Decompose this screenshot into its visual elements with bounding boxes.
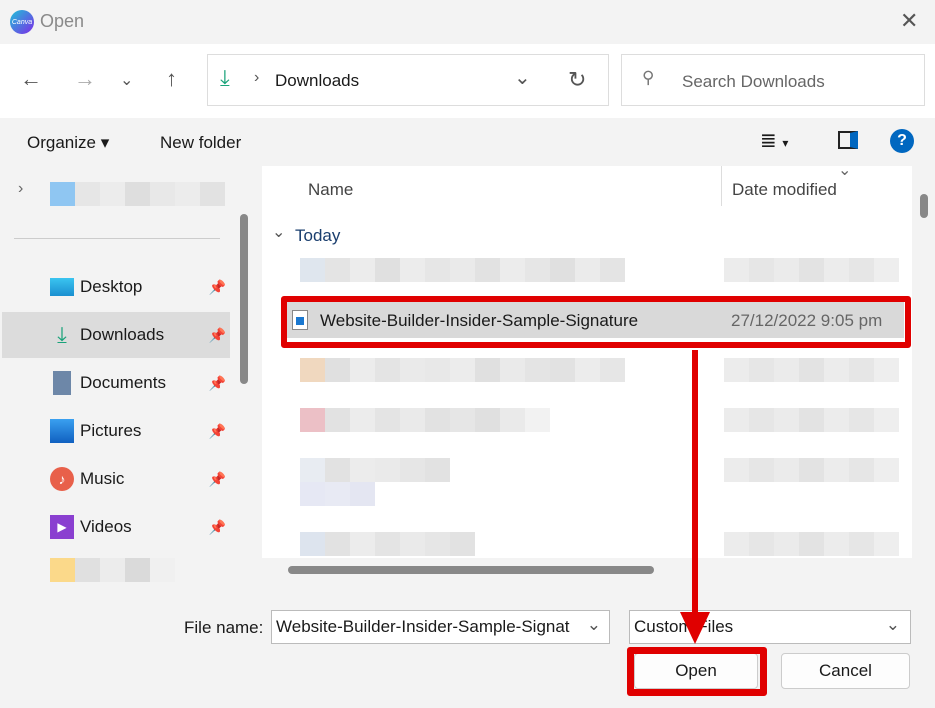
sidebar-item-label: Pictures <box>80 421 142 440</box>
horizontal-scrollbar[interactable] <box>288 566 654 574</box>
divider <box>14 238 220 239</box>
pin-icon[interactable]: 📌 <box>209 279 226 296</box>
search-input[interactable]: ⚲ Search Downloads <box>621 54 925 106</box>
vertical-scrollbar[interactable] <box>920 194 928 218</box>
pin-icon[interactable]: 📌 <box>209 423 226 440</box>
dialog-footer <box>0 582 935 708</box>
search-icon: ⚲ <box>642 68 655 87</box>
column-header-date[interactable]: Date modified <box>732 180 837 200</box>
column-header-name[interactable]: Name <box>308 180 353 200</box>
toolbar <box>0 118 935 166</box>
sidebar-item-label: Desktop <box>80 277 143 296</box>
organize-label: Organize <box>27 133 96 152</box>
help-icon[interactable]: ? <box>890 129 914 153</box>
highlight-box-file <box>281 296 911 348</box>
pin-icon[interactable]: 📌 <box>209 519 226 536</box>
title-bar <box>0 0 935 44</box>
pin-icon[interactable]: 📌 <box>209 327 226 344</box>
file-type-select[interactable]: Custom Files ⌄ <box>629 610 911 644</box>
new-folder-button[interactable]: New folder <box>160 133 241 153</box>
annotation-arrow-head-icon <box>680 612 710 644</box>
cancel-button[interactable]: Cancel <box>781 653 910 689</box>
sort-chevron-icon: ⌄ <box>838 162 852 179</box>
dropdown-chevron-icon: ⌄ <box>885 615 900 634</box>
sidebar-item-desktop[interactable]: Desktop 📌 <box>2 264 230 310</box>
pin-icon[interactable]: 📌 <box>209 375 226 392</box>
highlight-box-open <box>627 647 767 696</box>
download-icon: ⤓ <box>57 322 67 347</box>
expand-chevron-icon[interactable]: › <box>18 180 23 198</box>
view-options-button[interactable]: ≣ ▾ <box>760 128 788 153</box>
documents-icon <box>53 371 71 395</box>
group-header-today[interactable]: Today <box>295 226 340 246</box>
window-title: Open <box>40 11 85 31</box>
annotation-arrow-shaft <box>692 350 698 618</box>
sidebar-item-label: Downloads <box>80 325 165 344</box>
sidebar-item-pictures[interactable]: Pictures 📌 <box>2 408 230 454</box>
preview-pane-icon[interactable] <box>838 131 858 149</box>
file-name-value: Website-Builder-Insider-Sample-Signat <box>276 617 570 636</box>
pictures-icon <box>50 419 74 443</box>
sidebar-item-videos[interactable]: ▶ Videos 📌 <box>2 504 230 550</box>
videos-icon: ▶ <box>50 515 74 539</box>
canva-logo-icon: Canva <box>10 10 34 34</box>
address-dropdown-icon[interactable]: ⌄ <box>514 65 531 90</box>
up-button[interactable]: ↑ <box>166 66 177 92</box>
desktop-icon <box>50 278 74 296</box>
dropdown-chevron-icon[interactable]: ⌄ <box>587 615 601 635</box>
column-divider <box>721 166 722 206</box>
sidebar-item-label: Music <box>80 469 125 488</box>
pin-icon[interactable]: 📌 <box>209 471 226 488</box>
group-collapse-icon[interactable]: ⌄ <box>272 222 285 242</box>
organize-button[interactable]: Organize ▾ <box>27 133 109 153</box>
sidebar-item-label: Documents <box>80 373 166 392</box>
recent-locations-button[interactable]: ⌄ <box>120 70 133 90</box>
sidebar-item-music[interactable]: ♪ Music 📌 <box>2 456 230 502</box>
sidebar-item-documents[interactable]: Documents 📌 <box>2 360 230 406</box>
download-icon: ⤓ <box>220 65 230 90</box>
file-name-input[interactable]: Website-Builder-Insider-Sample-Signat ⌄ <box>271 610 610 644</box>
file-name-label: File name: <box>184 618 264 637</box>
sidebar-scrollbar[interactable] <box>240 214 248 384</box>
file-list: Name Date modified ⌄ ⌄ Today Website-Bui… <box>262 162 912 582</box>
breadcrumb-chevron-icon: › <box>254 69 260 86</box>
music-icon: ♪ <box>50 467 74 491</box>
back-button[interactable]: ← <box>20 66 42 92</box>
vertical-scrollbar-track <box>912 166 935 582</box>
breadcrumb-downloads[interactable]: Downloads <box>275 71 359 91</box>
search-placeholder: Search Downloads <box>682 72 825 91</box>
sidebar-item-label: Videos <box>80 517 132 536</box>
forward-button[interactable]: → <box>74 66 96 92</box>
refresh-icon[interactable]: ↻ <box>568 67 586 93</box>
sidebar-item-downloads[interactable]: ⤓ Downloads 📌 <box>2 312 230 358</box>
close-button[interactable]: ✕ <box>900 8 918 34</box>
address-bar[interactable]: ⤓ › Downloads ⌄ ↻ <box>207 54 609 106</box>
